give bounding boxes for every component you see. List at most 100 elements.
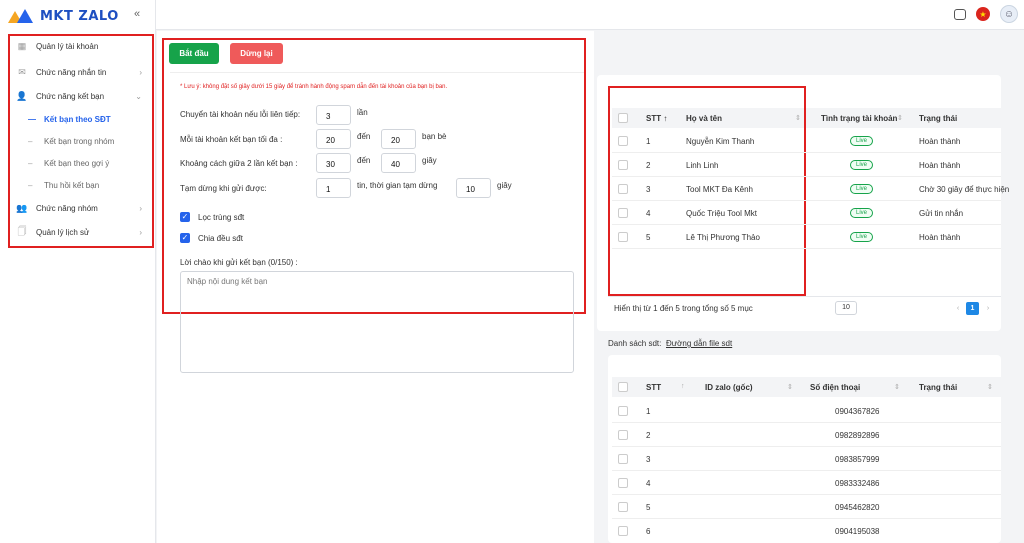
tablet-icon[interactable] (954, 8, 966, 20)
max-friends-unit: bạn bè (422, 132, 447, 141)
sidebar-item-account-management[interactable]: ▦ Quản lý tài khoản (10, 36, 152, 56)
row-checkbox[interactable] (618, 430, 628, 440)
row-checkbox[interactable] (618, 526, 628, 536)
row-checkbox[interactable] (618, 502, 628, 512)
chevron-right-icon: › (139, 67, 142, 77)
phone-file-link[interactable]: Đường dẫn file sdt (666, 339, 732, 348)
row-phone: 0945462820 (835, 503, 880, 512)
row-checkbox[interactable] (618, 454, 628, 464)
gap-to-word: đến (357, 156, 371, 165)
page-size-select[interactable]: 10 (835, 301, 857, 315)
table-row[interactable]: 2 Linh Linh Live Hoàn thành (612, 153, 1001, 177)
row-phone: 0982892896 (835, 431, 880, 440)
submenu-item-revoke-request[interactable]: – Thu hồi kết bạn (10, 174, 152, 196)
col-state[interactable]: Trạng thái (919, 114, 957, 123)
col-state[interactable]: Trạng thái (919, 383, 957, 392)
pause-count-input[interactable]: 1 (316, 178, 351, 198)
sort-icon[interactable]: ⇕ (894, 383, 900, 391)
row-state: Hoàn thành (919, 161, 961, 170)
table-row[interactable]: 5 Lê Thị Phương Thảo Live Hoàn thành (612, 225, 1001, 249)
chevron-right-icon: › (139, 203, 142, 213)
row-stt: 6 (646, 527, 651, 536)
submenu-item-label: Kết bạn theo gợi ý (44, 158, 110, 168)
max-friends-to-word: đến (357, 132, 371, 141)
row-stt: 2 (646, 431, 651, 440)
greeting-textarea[interactable]: Nhập nội dung kết bạn (180, 271, 574, 373)
row-checkbox[interactable] (618, 406, 628, 416)
pager-divider (608, 296, 1001, 297)
logo-text: MKT ZALO (40, 8, 119, 24)
table-row[interactable]: 1 0904367826 (612, 399, 1001, 423)
page-1-button[interactable]: 1 (966, 302, 979, 315)
col-stt[interactable]: STT (646, 383, 661, 392)
sort-up-icon[interactable]: ↑ (681, 383, 685, 390)
row-checkbox[interactable] (618, 136, 628, 146)
row-stt: 3 (646, 455, 651, 464)
table-row[interactable]: 1 Nguyễn Kim Thanh Live Hoàn thành (612, 129, 1001, 153)
table-row[interactable]: 3 Tool MKT Đa Kênh Live Chờ 30 giây để t… (612, 177, 1009, 201)
row-checkbox[interactable] (618, 232, 628, 242)
user-avatar-icon[interactable]: ☺ (1000, 5, 1018, 23)
row-checkbox[interactable] (618, 160, 628, 170)
max-friends-label: Mỗi tài khoản kết bạn tối đa : (180, 135, 283, 144)
max-friends-to-input[interactable]: 20 (381, 129, 416, 149)
switch-account-input[interactable]: 3 (316, 105, 351, 125)
row-phone: 0904367826 (835, 407, 880, 416)
row-phone: 0983332486 (835, 479, 880, 488)
sidebar-item-label: Chức năng nhắn tin (36, 67, 107, 77)
row-phone: 0904195038 (835, 527, 880, 536)
table-row[interactable]: 4 0983332486 (612, 471, 1001, 495)
split-evenly-checkbox[interactable]: ✓ (180, 233, 190, 243)
status-badge: Live (850, 136, 874, 146)
row-checkbox[interactable] (618, 478, 628, 488)
account-icon: ▦ (17, 40, 27, 51)
collapse-sidebar-icon[interactable]: « (134, 8, 140, 20)
gap-from-input[interactable]: 30 (316, 153, 351, 173)
gap-to-input[interactable]: 40 (381, 153, 416, 173)
table-row[interactable]: 5 0945462820 (612, 495, 1001, 519)
sidebar-item-add-friend[interactable]: 👤 Chức năng kết bạn ⌄ (10, 84, 152, 108)
pause-unit: giây (497, 181, 512, 190)
row-checkbox[interactable] (618, 184, 628, 194)
add-friend-icon: 👤 (16, 90, 28, 101)
start-button[interactable]: Bắt đầu (169, 43, 219, 64)
sort-icon[interactable]: ⇕ (987, 383, 993, 391)
sidebar-item-label: Quản lý tài khoản (36, 41, 99, 51)
sidebar-item-history[interactable]: 🗍 Quản lý lịch sử › (10, 220, 152, 244)
row-state: Chờ 30 giây để thực hiện (919, 185, 1010, 194)
col-zalo-id[interactable]: ID zalo (gốc) (705, 383, 753, 392)
sort-icon[interactable]: ⇕ (897, 114, 903, 122)
sidebar-item-messaging[interactable]: ✉ Chức năng nhắn tin › (10, 60, 152, 84)
row-phone: 0983857999 (835, 455, 880, 464)
prev-page-icon[interactable]: ‹ (952, 302, 964, 315)
stop-button[interactable]: Dừng lại (230, 43, 283, 64)
group-icon: 👥 (16, 202, 28, 213)
row-state: Hoàn thành (919, 233, 961, 242)
row-checkbox[interactable] (618, 208, 628, 218)
next-page-icon[interactable]: › (982, 302, 994, 315)
table-row[interactable]: 3 0983857999 (612, 447, 1001, 471)
pause-seconds-input[interactable]: 10 (456, 178, 491, 198)
row-stt: 5 (646, 233, 651, 242)
table-row[interactable]: 4 Quốc Triệu Tool Mkt Live Gửi tin nhắn (612, 201, 1001, 225)
filter-duplicate-label: Lọc trùng sđt (198, 213, 245, 222)
vietnam-flag-icon[interactable]: ★ (976, 7, 990, 21)
table-row[interactable]: 6 0904195038 (612, 519, 1001, 543)
row-stt: 5 (646, 503, 651, 512)
submenu-item-add-by-suggestion[interactable]: – Kết bạn theo gợi ý (10, 152, 152, 174)
select-all-checkbox[interactable] (618, 382, 628, 392)
filter-duplicate-checkbox[interactable]: ✓ (180, 212, 190, 222)
gap-unit: giây (422, 156, 437, 165)
col-account-status[interactable]: Tình trạng tài khoản (821, 114, 897, 123)
submenu-item-add-by-phone[interactable]: — Kết bạn theo SĐT (10, 108, 152, 130)
row-stt: 2 (646, 161, 651, 170)
col-phone[interactable]: Số điện thoại (810, 383, 860, 392)
greeting-label: Lời chào khi gửi kết bạn (0/150) : (180, 258, 298, 267)
sidebar-item-groups[interactable]: 👥 Chức năng nhóm › (10, 196, 152, 220)
max-friends-from-input[interactable]: 20 (316, 129, 351, 149)
pause-label: Tạm dừng khi gửi được: (180, 184, 267, 193)
chevron-down-icon: ⌄ (135, 91, 142, 101)
submenu-item-add-in-group[interactable]: – Kết bạn trong nhóm (10, 130, 152, 152)
sort-icon[interactable]: ⇕ (787, 383, 793, 391)
table-row[interactable]: 2 0982892896 (612, 423, 1001, 447)
